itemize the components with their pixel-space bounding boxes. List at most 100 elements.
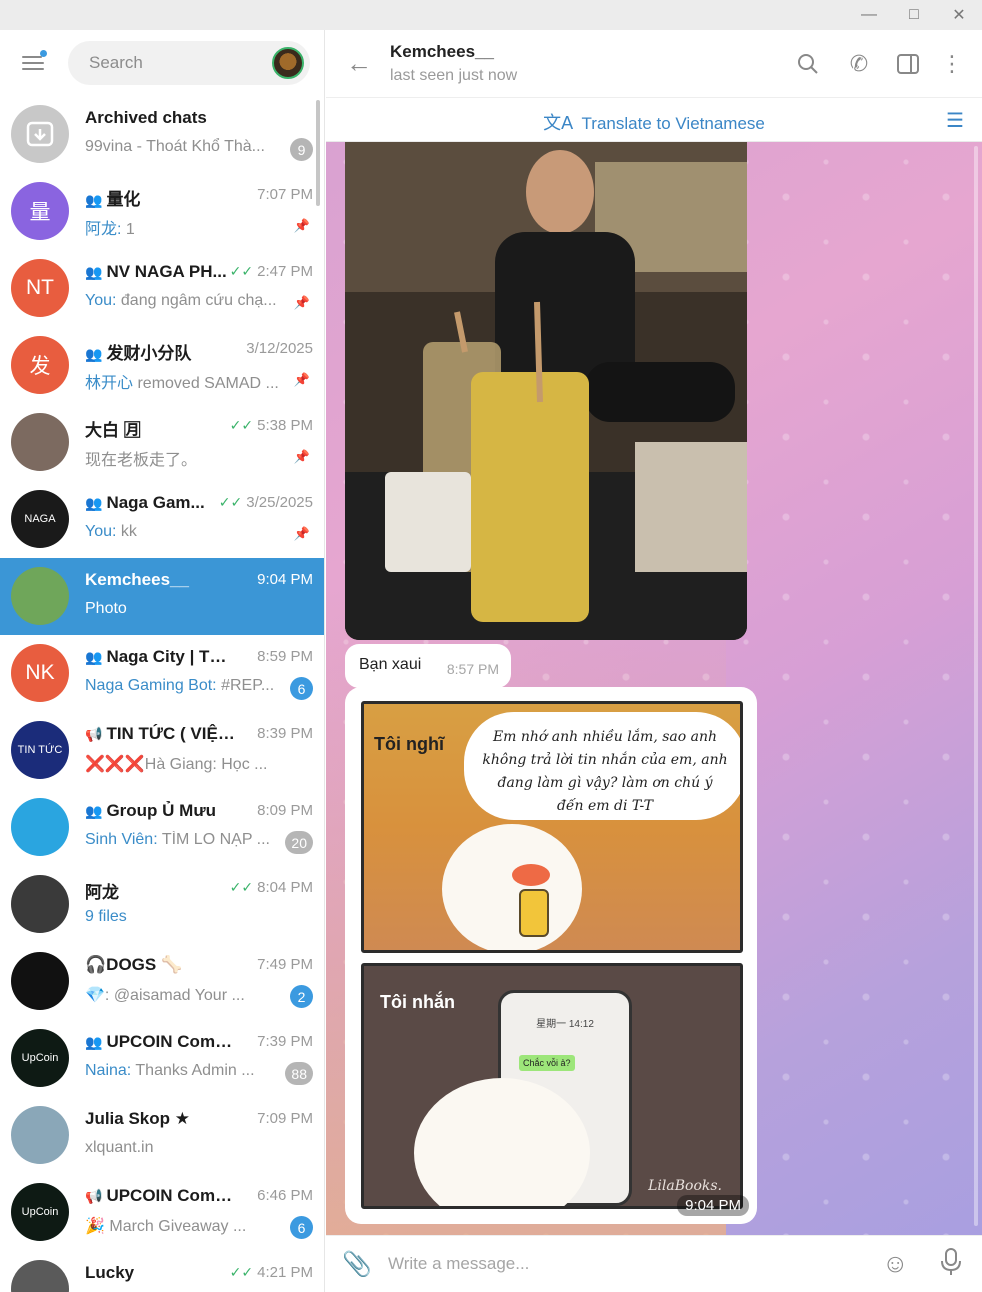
chat-panel: ← Kemchees__ last seen just now ✆ ⋮ 文A T… xyxy=(326,30,982,1292)
chat-item[interactable]: 大白 🈷 ✓✓ 5:38 PM 现在老板走了。 📌 xyxy=(0,404,324,481)
search-icon[interactable] xyxy=(794,50,822,78)
sidebar: Search Archived chats 99vina - Thoát Khổ … xyxy=(0,30,325,1292)
read-check-icon: ✓✓ xyxy=(229,1264,254,1280)
search-input[interactable]: Search xyxy=(89,53,143,73)
chat-name: 👥 发财小分队 xyxy=(85,344,192,363)
chat-item[interactable]: NK 👥 Naga City | Thố... 8:59 PM Naga Gaming … xyxy=(0,635,324,712)
duck-character xyxy=(442,824,582,950)
peer-status: last seen just now xyxy=(390,67,518,84)
phone-call-icon[interactable]: ✆ xyxy=(845,50,873,78)
chat-time: ✓✓ 3/25/2025 xyxy=(218,494,313,511)
chat-time: ✓✓ 8:04 PM xyxy=(229,879,313,896)
maximize-icon[interactable]: □ xyxy=(891,0,937,30)
message-scrollbar[interactable] xyxy=(974,146,978,1226)
sidebar-scrollbar[interactable] xyxy=(316,100,320,206)
chat-avatar: NAGA xyxy=(11,490,69,548)
comic-caption: Tôi nghĩ xyxy=(374,734,444,754)
chat-name: 👥 Group Ủ Mưu xyxy=(85,801,217,820)
minimize-icon[interactable]: — xyxy=(846,0,892,30)
chat-item[interactable]: 👥 Group Ủ Mưu 8:09 PM Sinh Viên: TÌM LO NẠP… xyxy=(0,789,324,866)
unread-badge: 2 xyxy=(290,985,313,1008)
menu-icon[interactable] xyxy=(20,50,47,74)
photo-message[interactable] xyxy=(345,142,747,640)
translate-settings-icon[interactable]: ☰ xyxy=(946,108,964,133)
chat-time: 7:49 PM xyxy=(257,956,313,973)
chat-preview: 9 files xyxy=(85,908,127,925)
chat-item[interactable]: Lucky ✓✓ 4:21 PM xyxy=(0,1251,324,1292)
sidebar-toggle-icon[interactable] xyxy=(894,50,922,78)
chat-item[interactable]: UpCoin 👥 UPCOIN Comm... 7:39 PM Naina: Thank… xyxy=(0,1020,324,1097)
chat-item[interactable]: TIN TỨC 📢TIN TỨC ( VIỆT - ... 8:39 PM ❌❌❌Hà… xyxy=(0,712,324,789)
composer: 📎 ☺ xyxy=(326,1235,982,1292)
chat-preview: 林开心 removed SAMAD ... xyxy=(85,375,279,392)
chat-name: Archived chats xyxy=(85,108,207,127)
chat-time: ✓✓ 2:47 PM xyxy=(229,263,313,280)
chat-avatar: UpCoin xyxy=(11,1183,69,1241)
chat-time: 7:07 PM xyxy=(257,186,313,203)
chat-avatar xyxy=(11,952,69,1010)
chat-item[interactable]: Kemchees__ 9:04 PM Photo xyxy=(0,558,324,635)
chat-time: ✓✓ 5:38 PM xyxy=(229,417,313,434)
chat-name: Julia Skop ★ xyxy=(85,1109,190,1128)
story-avatar[interactable] xyxy=(272,47,304,79)
chat-time: 7:09 PM xyxy=(257,1110,313,1127)
chat-item[interactable]: 量 👥 量化 7:07 PM 阿龙: 1 📌 xyxy=(0,173,324,250)
search-box[interactable]: Search xyxy=(68,41,310,85)
chat-name: 📢 UPCOIN Comm... xyxy=(85,1186,235,1205)
peer-name[interactable]: Kemchees__ xyxy=(390,42,494,62)
chat-name: 大白 🈷 xyxy=(85,421,141,440)
close-icon[interactable]: ✕ xyxy=(936,0,982,30)
unread-badge: 88 xyxy=(285,1062,313,1085)
chat-time: 8:09 PM xyxy=(257,802,313,819)
chat-time: 9:04 PM xyxy=(257,571,313,588)
translate-button[interactable]: 文A Translate to Vietnamese xyxy=(326,109,982,135)
back-arrow-icon[interactable]: ← xyxy=(346,48,372,79)
chat-name: 🎧DOGS 🦴 xyxy=(85,955,183,974)
chat-name: Lucky xyxy=(85,1263,135,1282)
chat-time: 8:39 PM xyxy=(257,725,313,742)
chat-time: 3/12/2025 xyxy=(246,340,313,357)
chat-preview: Naga Gaming Bot: #REP... xyxy=(85,677,275,694)
chat-item[interactable]: UpCoin 📢 UPCOIN Comm... 6:46 PM 🎉 March Give… xyxy=(0,1174,324,1251)
chat-avatar: 发 xyxy=(11,336,69,394)
megaphone-icon: 📢 xyxy=(85,1188,103,1204)
chat-avatar: 量 xyxy=(11,182,69,240)
chat-avatar: NK xyxy=(11,644,69,702)
unread-badge: 6 xyxy=(290,1216,313,1239)
text-message[interactable]: Bạn xaui 8:57 PM xyxy=(345,644,511,688)
chat-avatar xyxy=(11,875,69,933)
thought-bubble: Em nhớ anh nhiều lắm, sao anh không trả … xyxy=(464,712,740,820)
attach-icon[interactable]: 📎 xyxy=(342,1250,372,1279)
message-time: 9:04 PM xyxy=(677,1195,749,1216)
chat-preview: ❌❌❌Hà Giang: Học ... xyxy=(85,756,268,773)
chat-item[interactable]: 阿龙 ✓✓ 8:04 PM 9 files xyxy=(0,866,324,943)
comic-image-message[interactable]: Tôi nghĩ Em nhớ anh nhiều lắm, sao anh k… xyxy=(345,687,757,1224)
chat-time: 7:39 PM xyxy=(257,1033,313,1050)
emoji-icon[interactable]: ☺ xyxy=(882,1248,909,1279)
message-input[interactable] xyxy=(388,1251,848,1277)
chat-item[interactable]: 发 👥 发财小分队 3/12/2025 林开心 removed SAMAD ... 📌 xyxy=(0,327,324,404)
chat-preview: You: kk xyxy=(85,523,137,540)
archive-icon xyxy=(11,105,69,163)
chat-header: ← Kemchees__ last seen just now ✆ ⋮ xyxy=(326,30,982,98)
microphone-icon[interactable] xyxy=(940,1248,962,1283)
sidebar-header: Search xyxy=(0,30,324,96)
chat-item[interactable]: Julia Skop ★ 7:09 PM xlquant.in xyxy=(0,1097,324,1174)
chat-preview: Sinh Viên: TÌM LO NẠP ... xyxy=(85,831,270,848)
chat-preview: 现在老板走了。 xyxy=(85,452,198,469)
chat-item[interactable]: NT 👥 NV NAGA PH... ✓✓ 2:47 PM You: đang ngâm … xyxy=(0,250,324,327)
chat-name: 📢TIN TỨC ( VIỆT - ... xyxy=(85,724,235,743)
chat-preview: 🎉 March Giveaway ... xyxy=(85,1218,247,1235)
chat-item[interactable]: NAGA 👥 Naga Gam... ✓✓ 3/25/2025 You: kk 📌 xyxy=(0,481,324,558)
chat-avatar: NT xyxy=(11,259,69,317)
pin-icon: 📌 xyxy=(293,218,310,233)
watermark: LilaBooks. xyxy=(648,1178,722,1194)
more-options-icon[interactable]: ⋮ xyxy=(938,50,966,78)
chat-item[interactable]: 🎧DOGS 🦴 7:49 PM 💎: @aisamad Your ... 2 xyxy=(0,943,324,1020)
chat-avatar: UpCoin xyxy=(11,1029,69,1087)
chat-preview: Photo xyxy=(85,600,127,617)
chat-time: 8:59 PM xyxy=(257,648,313,665)
read-check-icon: ✓✓ xyxy=(218,494,243,510)
megaphone-icon: 📢 xyxy=(85,726,103,742)
chat-item[interactable]: Archived chats 99vina - Thoát Khổ Thà... 9 xyxy=(0,96,324,173)
